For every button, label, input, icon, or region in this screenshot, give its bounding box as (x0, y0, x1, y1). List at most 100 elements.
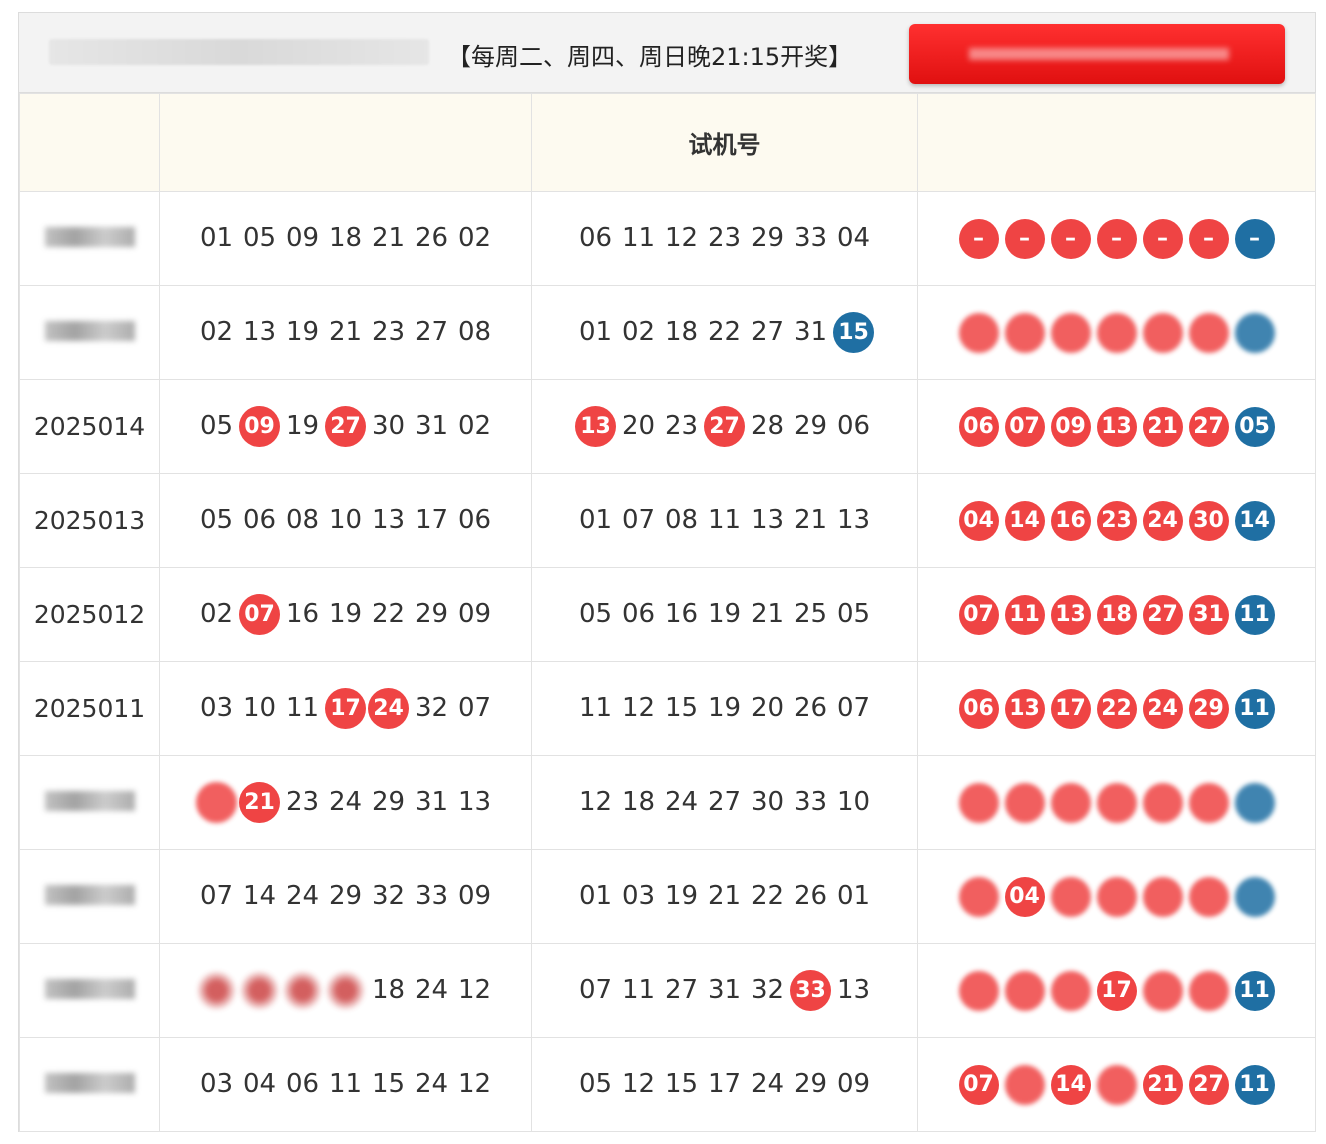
number: 05 (242, 223, 277, 253)
red-ball (1188, 782, 1229, 823)
red-ball (1096, 782, 1137, 823)
number: 19 (285, 317, 320, 347)
number: 24 (328, 787, 363, 817)
number: 21 (707, 881, 742, 911)
test-numbers: 05 06 16 19 21 25 05 (531, 567, 918, 662)
number: 02 (199, 317, 234, 347)
table-row: 2025011 03 10 11 17 24 32 07 11 12 15 19 20 26 07 06 13 1… (19, 661, 1316, 756)
draw-numbers: 07 14 24 29 32 33 09 (159, 849, 532, 944)
test-numbers: 06 11 12 23 29 33 04 (531, 191, 918, 286)
blue-ball: – (1234, 218, 1275, 259)
issue-number: 2025012 (19, 567, 160, 662)
number: 33 (793, 787, 828, 817)
blue-ball: 11 (1234, 594, 1275, 635)
blue-ball: 11 (1234, 688, 1275, 729)
number: 12 (621, 693, 656, 723)
red-ball (1188, 970, 1229, 1011)
issue-number: 2025011 (19, 661, 160, 756)
red-ball: 11 (1004, 594, 1045, 635)
number: 22 (371, 599, 406, 629)
number: 11 (578, 693, 613, 723)
number: 20 (750, 693, 785, 723)
number: 07 (621, 505, 656, 535)
issue-number (19, 943, 160, 1038)
blurred-issue-number (44, 321, 135, 341)
number: 19 (328, 599, 363, 629)
number: 20 (621, 411, 656, 441)
red-ball: 07 (958, 594, 999, 635)
number: 31 (414, 411, 449, 441)
number: 29 (793, 411, 828, 441)
highlighted-number: 24 (368, 688, 409, 729)
red-ball (1050, 876, 1091, 917)
number: 07 (199, 881, 234, 911)
highlighted-number: 27 (325, 406, 366, 447)
number: 05 (578, 599, 613, 629)
number: 02 (199, 599, 234, 629)
red-ball (1004, 970, 1045, 1011)
red-ball: 18 (1096, 594, 1137, 635)
number: 01 (836, 881, 871, 911)
red-action-button[interactable] (909, 24, 1285, 84)
red-ball: 30 (1188, 500, 1229, 541)
test-numbers: 01 03 19 21 22 26 01 (531, 849, 918, 944)
issue-number (19, 755, 160, 850)
number: 11 (285, 693, 320, 723)
number (325, 970, 366, 1011)
red-ball (1004, 782, 1045, 823)
result-balls: 17 11 (917, 943, 1316, 1038)
red-ball: 24 (1142, 688, 1183, 729)
table-row: 21 23 24 29 31 13 12 18 24 27 30 33 10 (19, 755, 1316, 850)
red-ball: 31 (1188, 594, 1229, 635)
col-header-issue (19, 93, 160, 192)
number: 12 (664, 223, 699, 253)
result-balls: 04 (917, 849, 1316, 944)
test-numbers: 12 18 24 27 30 33 10 (531, 755, 918, 850)
number: 03 (199, 1069, 234, 1099)
draw-numbers: 03 04 06 11 15 24 12 (159, 1037, 532, 1132)
number: 33 (793, 223, 828, 253)
result-balls: 07 11 13 18 27 31 11 (917, 567, 1316, 662)
number: 10 (836, 787, 871, 817)
number: 27 (707, 787, 742, 817)
number: 03 (199, 693, 234, 723)
number: 09 (457, 881, 492, 911)
red-ball (1096, 1064, 1137, 1105)
number: 19 (285, 411, 320, 441)
issue-number (19, 849, 160, 944)
red-ball: – (958, 218, 999, 259)
number: 32 (371, 881, 406, 911)
red-ball: – (1004, 218, 1045, 259)
number: 07 (836, 693, 871, 723)
red-ball: 09 (1050, 406, 1091, 447)
number: 04 (242, 1069, 277, 1099)
number: 06 (285, 1069, 320, 1099)
number: 06 (242, 505, 277, 535)
blurred-issue-number (44, 791, 135, 811)
red-ball: 06 (958, 406, 999, 447)
red-ball (1142, 782, 1183, 823)
number: 01 (199, 223, 234, 253)
number: 30 (371, 411, 406, 441)
number: 06 (621, 599, 656, 629)
red-ball: 27 (1188, 1064, 1229, 1105)
draw-schedule-note: 【每周二、周四、周日晚21:15开奖】 (447, 43, 853, 71)
number: 13 (836, 975, 871, 1005)
number: 32 (750, 975, 785, 1005)
red-ball: 21 (1142, 406, 1183, 447)
number: 33 (414, 881, 449, 911)
red-ball: – (1142, 218, 1183, 259)
red-ball: 13 (1050, 594, 1091, 635)
draw-numbers: 05 06 08 10 13 17 06 (159, 473, 532, 568)
highlighted-number: 09 (239, 406, 280, 447)
table-row: 2025014 05 09 19 27 30 31 02 13 20 23 27 28 29 06 06 07 0… (19, 379, 1316, 474)
number: 23 (371, 317, 406, 347)
highlighted-number: 33 (790, 970, 831, 1011)
red-ball (958, 782, 999, 823)
number: 31 (414, 787, 449, 817)
result-balls: – – – – – – – (917, 191, 1316, 286)
red-ball: – (1096, 218, 1137, 259)
red-ball: 17 (1096, 970, 1137, 1011)
number: 19 (707, 693, 742, 723)
red-ball: 24 (1142, 500, 1183, 541)
